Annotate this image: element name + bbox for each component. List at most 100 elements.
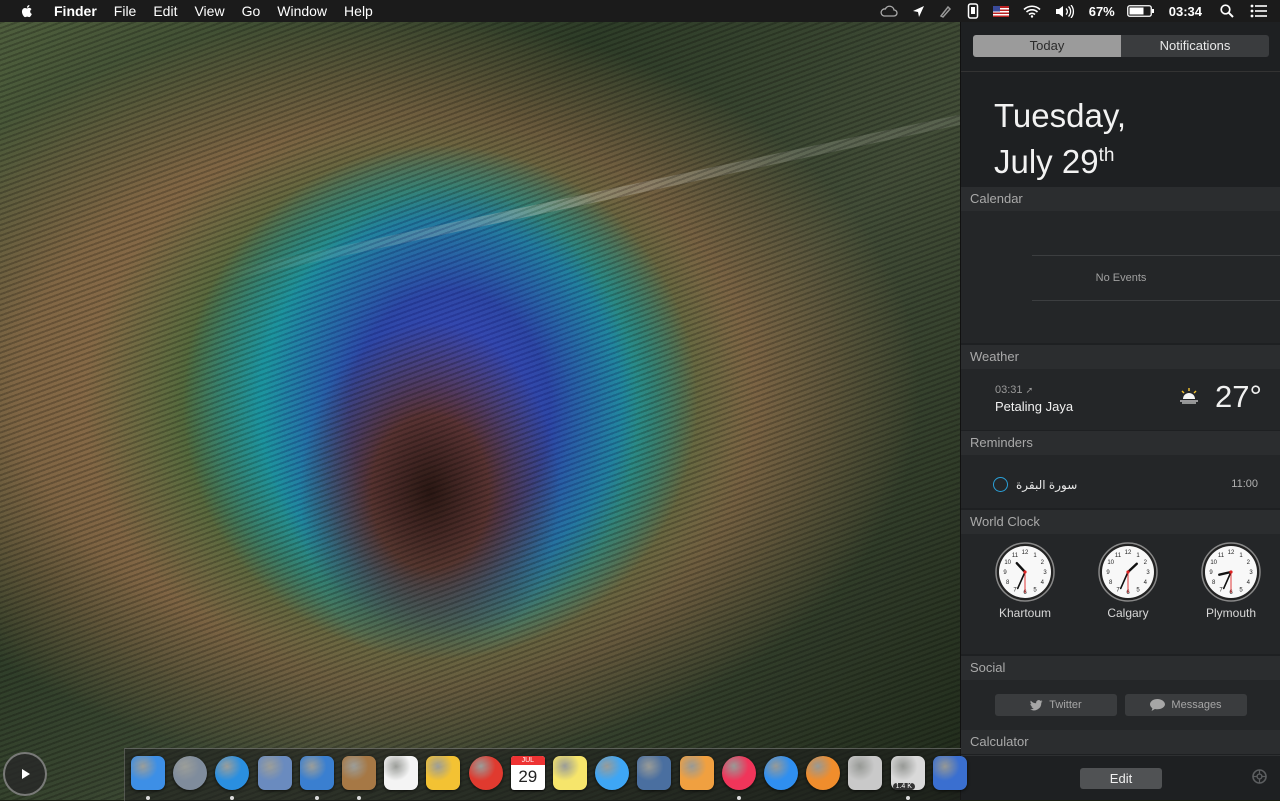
speech-bubble-icon (1150, 699, 1166, 711)
dock-ibooks-icon[interactable] (804, 754, 842, 792)
location-arrow-icon: ➚ (1025, 385, 1034, 395)
dock-archive-box-icon[interactable] (340, 754, 378, 792)
running-indicator (314, 796, 319, 800)
menu-edit[interactable]: Edit (153, 0, 177, 22)
volume-icon[interactable] (1055, 4, 1075, 18)
clock-city-label: Calgary (1107, 606, 1149, 620)
analog-clock-icon: 1234567891011 12 (1098, 542, 1158, 602)
gear-icon[interactable] (1251, 768, 1268, 785)
calendar-widget: No Events (961, 211, 1280, 343)
feather-texture (0, 22, 960, 800)
dock-twitterrific-bird-icon[interactable] (298, 754, 336, 792)
phone-device-icon[interactable] (967, 3, 979, 19)
date-month-day: July 29th (994, 136, 1126, 182)
reminders-widget: سورة البقرة 11:00 (961, 455, 1280, 508)
us-flag-icon[interactable] (992, 5, 1009, 17)
dock-calendar-icon[interactable]: JUL 29 (509, 754, 547, 792)
date-weekday: Tuesday, (994, 97, 1127, 134)
dock-photo-booth-icon[interactable] (846, 754, 884, 792)
menu-file[interactable]: File (114, 0, 137, 22)
svg-text:12: 12 (1125, 550, 1132, 556)
calendar-divider (1032, 300, 1280, 301)
dock-badge: 1.4 K (892, 783, 915, 790)
nc-segmented-control: Today Notifications (973, 35, 1269, 57)
play-button[interactable] (3, 752, 47, 796)
svg-text:10: 10 (1210, 560, 1217, 566)
reminders-widget-title: Reminders (961, 431, 1280, 455)
svg-text:11: 11 (1012, 553, 1019, 559)
svg-text:12: 12 (1022, 550, 1029, 556)
dock-mail-stamp-icon[interactable] (256, 754, 294, 792)
wifi-icon[interactable] (1023, 5, 1041, 18)
world-clock-widget: 1 2 3 4 5 6 7 8 9 10 11 12 Khartoum 1 2 3 4 5 6 7 8 9 10 11 12 Ca… (961, 534, 1280, 654)
tab-today[interactable]: Today (973, 35, 1121, 57)
reminder-text[interactable]: سورة البقرة (1016, 478, 1077, 492)
messages-button[interactable]: Messages (1125, 694, 1247, 716)
reminder-checkbox[interactable] (993, 477, 1008, 492)
dock-itunes-icon[interactable] (720, 754, 758, 792)
apple-icon[interactable] (19, 3, 35, 19)
dock-text-edit-icon[interactable] (678, 754, 716, 792)
social-widget-title: Social (961, 656, 1280, 680)
twitter-bird-icon (1030, 699, 1043, 710)
social-widget: Twitter Messages (961, 680, 1280, 732)
today-date: Tuesday, July 29th (994, 96, 1126, 182)
analog-clock-icon: 1234567891011 12 (1201, 542, 1261, 602)
svg-text:11: 11 (1218, 553, 1225, 559)
menu-bar: Finder File Edit View Go Window Help 67% (0, 0, 1280, 22)
dock-youtube-player-icon[interactable] (467, 754, 505, 792)
reminder-time: 11:00 (1231, 478, 1258, 490)
weather-time: 03:31 ➚ (995, 384, 1033, 396)
weather-time-text: 03:31 (995, 384, 1023, 396)
battery-percent[interactable]: 67% (1089, 4, 1115, 19)
menu-view[interactable]: View (194, 0, 224, 22)
dock-image-capture-icon[interactable] (635, 754, 673, 792)
svg-text:10: 10 (1107, 560, 1114, 566)
svg-text:11: 11 (1115, 553, 1122, 559)
menu-window[interactable]: Window (277, 0, 327, 22)
weather-widget-title: Weather (961, 345, 1280, 369)
date-suffix: th (1098, 145, 1115, 166)
dock-paperclip-icon[interactable] (424, 754, 462, 792)
spotlight-search-icon[interactable] (1220, 4, 1234, 18)
menu-clock[interactable]: 03:34 (1169, 4, 1202, 19)
dock-safari-icon[interactable] (213, 754, 251, 792)
battery-icon[interactable] (1126, 5, 1155, 17)
calendar-divider (1032, 255, 1280, 256)
world-clock-widget-title: World Clock (961, 510, 1280, 534)
messages-label: Messages (1171, 699, 1222, 711)
menu-help[interactable]: Help (344, 0, 373, 22)
running-indicator (736, 796, 741, 800)
pen-tool-icon[interactable] (939, 4, 953, 18)
dock-instapaper-icon[interactable] (382, 754, 420, 792)
dock-notes-icon[interactable] (551, 754, 589, 792)
dock-finder-icon[interactable] (129, 754, 167, 792)
sunrise-icon (1180, 388, 1198, 404)
calendar-month: JUL (510, 756, 545, 765)
weather-widget[interactable]: 03:31 ➚ Petaling Jaya 27° (961, 369, 1280, 430)
notification-center-icon[interactable] (1250, 4, 1268, 18)
dock-launchpad-icon[interactable] (171, 754, 209, 792)
no-events-label: No Events (1095, 272, 1147, 284)
dock: JUL 29 1.4 K (124, 748, 967, 801)
tab-notifications[interactable]: Notifications (1121, 35, 1269, 57)
date-day: July 29 (994, 143, 1099, 180)
menu-go[interactable]: Go (242, 0, 261, 22)
dock-keynote-icon[interactable] (931, 754, 969, 792)
twitter-label: Twitter (1049, 699, 1082, 711)
location-arrow-icon[interactable] (912, 5, 925, 18)
calculator-widget-title: Calculator (961, 730, 1280, 754)
dock-app-store-icon[interactable] (762, 754, 800, 792)
analog-clock-icon: 1234567891011 12 (995, 542, 1055, 602)
dock-transmission-icon[interactable]: 1.4 K (889, 754, 927, 792)
menu-app-name[interactable]: Finder (54, 0, 97, 22)
twitter-button[interactable]: Twitter (995, 694, 1117, 716)
clock-city-label: Plymouth (1205, 606, 1257, 620)
running-indicator (230, 796, 235, 800)
running-indicator (357, 796, 361, 800)
cloud-icon[interactable] (880, 5, 898, 17)
weather-temperature: 27° (1215, 379, 1262, 414)
edit-widgets-button[interactable]: Edit (1080, 768, 1162, 789)
desktop-wallpaper (0, 22, 960, 800)
dock-messages-icon[interactable] (593, 754, 631, 792)
